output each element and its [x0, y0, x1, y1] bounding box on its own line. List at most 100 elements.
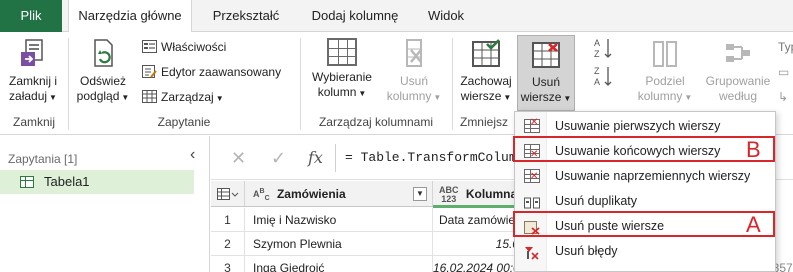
replace-values-icon: ↳: [778, 90, 789, 104]
table-cell[interactable]: 16.02.2024 00:00:00: [433, 256, 525, 272]
refresh-label-2: podgląd: [76, 89, 120, 103]
remove-rows-button[interactable]: Usuń wiersze ▼: [517, 35, 575, 111]
remove-errors-icon: [524, 244, 540, 260]
manage-button[interactable]: Zarządzaj ▼: [142, 88, 224, 106]
chevron-down-icon: ▼: [121, 93, 130, 102]
table-cell[interactable]: Inga Giedrojć: [245, 256, 433, 272]
remove-rows-label-2: wiersze: [520, 90, 562, 104]
row-number: 3: [211, 256, 245, 272]
svg-text:Z: Z: [594, 66, 600, 76]
group-label-manage-columns: Zarządzaj kolumnami: [318, 115, 434, 129]
remove-columns-label-1: Usuń: [399, 74, 428, 88]
menu-item-remove-top-rows[interactable]: ✕ Usuwanie pierwszych wierszy: [515, 114, 775, 138]
choose-columns-label-2: kolumn: [317, 85, 357, 99]
split-column-label-1: Podziel: [645, 74, 685, 88]
properties-button[interactable]: Właściwości: [142, 38, 226, 56]
formula-input[interactable]: = Table.TransformColum: [345, 150, 517, 165]
group-label-query: Zapytanie: [157, 115, 211, 129]
table-cell[interactable]: Data zamówien: [433, 208, 525, 232]
remove-columns-icon: [399, 38, 429, 70]
properties-icon: [142, 40, 157, 53]
collapse-pane-icon[interactable]: ‹: [190, 146, 195, 164]
table-icon: [142, 90, 157, 103]
group-by-button[interactable]: Grupowanie według: [700, 38, 776, 104]
manage-label: Zarządzaj: [161, 90, 214, 104]
chevron-down-icon: ▼: [215, 94, 224, 103]
remove-columns-button[interactable]: Usuń kolumny ▼: [382, 38, 446, 105]
sort-ascending-button[interactable]: AZ: [592, 36, 614, 64]
refresh-preview-button[interactable]: Odśwież podgląd ▼: [72, 38, 134, 105]
menu-item-remove-alternate-rows[interactable]: ✕ Usuwanie naprzemiennych wierszy: [515, 164, 775, 188]
query-item-tabela1[interactable]: Tabela1: [0, 170, 194, 194]
split-column-label-2: kolumny: [637, 89, 683, 103]
refresh-icon: [88, 38, 118, 70]
chevron-down-icon: ▼: [563, 94, 572, 103]
remove-columns-label-2: kolumny: [386, 89, 432, 103]
remove-top-rows-icon: ✕: [524, 118, 540, 133]
chevron-down-icon: ▼: [433, 93, 442, 102]
keep-rows-button[interactable]: Zachowaj wiersze ▼: [456, 38, 516, 105]
chevron-down-icon: ▼: [358, 89, 367, 98]
menu-item-remove-errors[interactable]: Usuń błędy: [515, 239, 775, 263]
keep-rows-label-2: wiersze: [460, 89, 502, 103]
close-and-load-button[interactable]: Zamknij i załaduj ▼: [2, 38, 64, 105]
tab-file[interactable]: Plik: [0, 0, 62, 32]
annotation-letter-a: A: [746, 212, 761, 237]
first-row-headers-icon: ▭: [778, 65, 790, 79]
advanced-editor-label: Edytor zaawansowany: [161, 65, 282, 79]
table-cell[interactable]: 15.0: [433, 232, 525, 256]
table-menu-button[interactable]: [211, 181, 245, 207]
remove-rows-icon: [530, 39, 562, 71]
fx-icon[interactable]: fx: [308, 148, 323, 167]
refresh-label-1: Odśwież: [79, 74, 126, 88]
filter-dropdown-icon[interactable]: ▼: [413, 187, 427, 201]
data-type-button[interactable]: Typ: [778, 38, 793, 56]
column-header-kolumna1[interactable]: ABC 123 Kolumna1: [433, 181, 525, 207]
annotation-letter-b: B: [746, 137, 761, 162]
split-column-icon: [650, 38, 680, 70]
annotation-box-b: [513, 136, 775, 162]
query-item-label: Tabela1: [44, 174, 90, 189]
group-by-icon: [723, 38, 753, 70]
chevron-down-icon: ▼: [49, 93, 57, 102]
tab-transform[interactable]: Przekształć: [196, 0, 296, 32]
group-by-label-1: Grupowanie: [705, 74, 771, 88]
annotation-box-a: [513, 211, 775, 237]
sort-descending-icon: ZA: [593, 66, 613, 91]
menu-item-label: Usuwanie pierwszych wierszy: [555, 119, 721, 133]
tab-add-column[interactable]: Dodaj kolumnę: [298, 0, 412, 32]
table-cell[interactable]: Szymon Plewnia: [245, 232, 433, 256]
close-and-load-label-2: załaduj: [9, 89, 48, 103]
cancel-icon[interactable]: ✕: [231, 148, 246, 169]
keep-rows-icon: [470, 38, 502, 70]
choose-columns-label-1: Wybieranie: [312, 70, 372, 84]
row-number: 1: [211, 208, 245, 232]
advanced-editor-button[interactable]: Edytor zaawansowany: [142, 63, 281, 81]
svg-text:A: A: [594, 77, 600, 87]
menu-item-label: Usuń duplikaty: [555, 194, 637, 208]
divider: [335, 144, 336, 172]
table-icon: [20, 176, 34, 188]
chevron-down-icon: ▼: [503, 93, 512, 102]
svg-text:Z: Z: [594, 49, 600, 59]
row-number: 2: [211, 232, 245, 256]
svg-text:A: A: [594, 38, 600, 48]
group-label-close: Zamknij: [12, 115, 55, 129]
column-name: Zamówienia: [276, 187, 346, 201]
sort-descending-button[interactable]: ZA: [592, 64, 614, 92]
group-label-reduce: Zmniejsz: [459, 115, 508, 129]
menu-item-remove-duplicates[interactable]: Usuń duplikaty: [515, 189, 775, 213]
tab-home[interactable]: Narzędzia główne: [68, 0, 192, 33]
any-type-icon: ABC 123: [439, 184, 459, 204]
properties-label: Właściwości: [161, 40, 227, 54]
close-and-load-icon: [18, 38, 48, 70]
tab-view[interactable]: Widok: [416, 0, 476, 32]
column-header-zamowienia[interactable]: ABC Zamówienia ▼: [245, 181, 433, 207]
choose-columns-button[interactable]: Wybieranie kolumn ▼: [306, 38, 378, 101]
table-cell[interactable]: Imię i Nazwisko: [245, 208, 433, 232]
accept-icon[interactable]: ✓: [271, 148, 286, 169]
split-column-button[interactable]: Podziel kolumny ▼: [630, 38, 700, 105]
advanced-editor-icon: [142, 65, 157, 78]
remove-alternate-rows-icon: ✕: [524, 169, 540, 183]
text-type-icon: ABC: [253, 187, 270, 202]
